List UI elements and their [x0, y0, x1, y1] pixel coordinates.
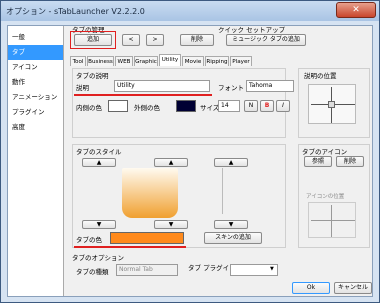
tab-kind-label: タブの種類	[76, 268, 109, 276]
tab-color-underline	[74, 246, 186, 248]
tab-tool[interactable]: Tool	[70, 56, 86, 66]
add-skin-button[interactable]: スキンの追加	[204, 232, 262, 244]
tab-edge-preview	[222, 168, 223, 214]
window-title: オプション - sTabLauncher V2.2.2.0	[6, 7, 145, 16]
slider-thumb[interactable]	[328, 101, 335, 108]
size-label: サイズ	[200, 104, 220, 112]
plugin-dropdown-arrow[interactable]: ▼	[270, 266, 274, 272]
tab-color-label: タブの色	[76, 236, 102, 244]
browse-icon-button[interactable]: 参照	[304, 156, 332, 167]
tab-style-heading: タブのスタイル	[76, 148, 122, 156]
tab-movie[interactable]: Movie	[182, 56, 204, 66]
desc-pos-heading: 説明の位置	[304, 72, 337, 80]
options-window: オプション - sTabLauncher V2.2.2.0 ✕ 一般 タブ アイ…	[0, 0, 380, 303]
nav-item-animation[interactable]: アニメーション	[8, 90, 63, 105]
tab-plugin-label: タブ プラグイン	[188, 264, 236, 272]
style-up-3[interactable]: ▲	[214, 158, 248, 167]
tab-business[interactable]: Business	[87, 56, 114, 66]
add-music-tab-button[interactable]: ミュージック タブの追加	[226, 34, 306, 46]
icon-slider-horizontal-track	[311, 220, 355, 221]
nav-item-plugin[interactable]: プラグイン	[8, 105, 63, 120]
size-field[interactable]: 14	[218, 100, 240, 112]
desc-field[interactable]: Utility	[114, 80, 210, 92]
icon-slider-vertical-track	[331, 205, 332, 237]
outer-color-label: 外側の色	[134, 104, 160, 112]
delete-icon-button[interactable]: 削除	[336, 156, 364, 167]
tab-options-heading: タブのオプション	[72, 254, 124, 262]
quick-setup-heading: クイック セットアップ	[218, 26, 286, 34]
italic-style-button[interactable]: I	[276, 100, 290, 112]
tab-web[interactable]: WEB	[115, 56, 133, 66]
tab-desc-heading: タブの説明	[76, 72, 109, 80]
tab-icon-heading: タブのアイコン	[302, 148, 348, 156]
desc-underline	[74, 94, 212, 96]
nav-item-icon[interactable]: アイコン	[8, 60, 63, 75]
icon-pos-slider[interactable]	[308, 202, 356, 238]
client-area: 一般 タブ アイコン 動作 アニメーション プラグイン 高度 タブの管理 追加 …	[7, 25, 373, 297]
ok-button[interactable]: Ok	[292, 282, 330, 294]
tab-player[interactable]: Player	[230, 56, 252, 66]
nav-item-behavior[interactable]: 動作	[8, 75, 63, 90]
nav-item-general[interactable]: 一般	[8, 30, 63, 45]
normal-style-button[interactable]: N	[244, 100, 258, 112]
font-label: フォント	[218, 84, 244, 92]
cancel-button[interactable]: キャンセル	[334, 282, 372, 294]
delete-tab-button[interactable]: 削除	[180, 34, 214, 46]
tab-color-swatch[interactable]	[110, 232, 184, 244]
title-bar: オプション - sTabLauncher V2.2.2.0 ✕	[1, 1, 379, 21]
bold-style-button[interactable]: B	[260, 100, 274, 112]
tab-graphic[interactable]: Graphic	[134, 56, 158, 66]
add-tab-button[interactable]: 追加	[74, 34, 112, 46]
tab-strip: Tool Business WEB Graphic Utility Movie …	[70, 54, 370, 66]
icon-pos-label: アイコンの位置	[306, 194, 345, 200]
tab-kind-select[interactable]: Normal Tab	[116, 264, 178, 276]
next-tab-button[interactable]: >	[146, 34, 164, 46]
tab-utility[interactable]: Utility	[159, 54, 181, 66]
nav-item-tab[interactable]: タブ	[8, 45, 63, 60]
style-down-1[interactable]: ▼	[82, 220, 116, 229]
style-up-1[interactable]: ▲	[82, 158, 116, 167]
style-down-2[interactable]: ▼	[154, 220, 188, 229]
desc-pos-slider[interactable]	[308, 84, 356, 124]
font-select[interactable]: Tahoma	[246, 80, 294, 92]
inner-color-swatch[interactable]	[108, 100, 128, 112]
category-list: 一般 タブ アイコン 動作 アニメーション プラグイン 高度	[8, 26, 64, 296]
nav-item-advanced[interactable]: 高度	[8, 120, 63, 135]
desc-label: 説明	[76, 84, 89, 92]
inner-color-label: 内側の色	[76, 104, 102, 112]
style-up-2[interactable]: ▲	[154, 158, 188, 167]
outer-color-swatch[interactable]	[176, 100, 196, 112]
style-down-3[interactable]: ▼	[214, 220, 248, 229]
tab-shape-preview	[122, 168, 178, 218]
prev-tab-button[interactable]: <	[122, 34, 140, 46]
close-button[interactable]: ✕	[336, 2, 376, 18]
tab-ripping[interactable]: Ripping	[205, 56, 229, 66]
